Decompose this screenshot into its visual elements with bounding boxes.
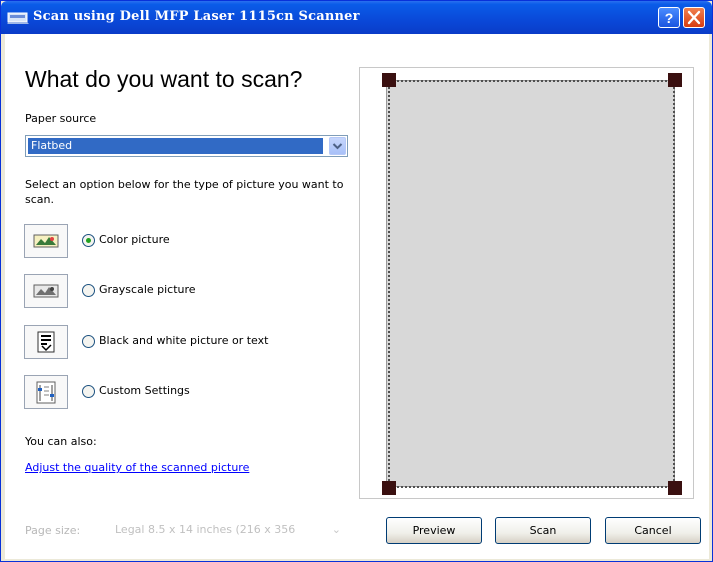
option-black-white[interactable]: Black and white picture or text xyxy=(24,325,354,359)
chevron-down-icon[interactable] xyxy=(329,137,346,155)
option-grayscale-picture[interactable]: Grayscale picture xyxy=(24,274,354,308)
paper-source-select[interactable]: Flatbed xyxy=(25,135,348,157)
crop-handle-top-left[interactable] xyxy=(382,73,396,87)
option-label: Grayscale picture xyxy=(99,283,196,296)
paper-source-label: Paper source xyxy=(25,112,97,125)
scan-preview-area[interactable] xyxy=(359,67,694,499)
color-picture-icon[interactable] xyxy=(24,224,68,258)
scan-instructions: Select an option below for the type of p… xyxy=(25,178,344,206)
custom-settings-icon[interactable] xyxy=(24,375,68,409)
grayscale-picture-radio[interactable] xyxy=(82,284,95,297)
scanner-icon xyxy=(7,10,29,25)
crop-handle-bottom-right[interactable] xyxy=(668,481,682,495)
page-size-select: Legal 8.5 x 14 inches (216 x 356 ⌄ xyxy=(115,520,343,540)
adjust-quality-link[interactable]: Adjust the quality of the scanned pictur… xyxy=(25,461,249,474)
paper-source-value: Flatbed xyxy=(28,138,323,154)
crop-handle-bottom-left[interactable] xyxy=(382,481,396,495)
preview-button[interactable]: Preview xyxy=(386,517,482,544)
black-white-text-icon[interactable] xyxy=(24,325,68,359)
crop-handle-top-right[interactable] xyxy=(668,73,682,87)
dialog-body: What do you want to scan? Paper source F… xyxy=(5,34,709,559)
option-custom-settings[interactable]: Custom Settings xyxy=(24,375,354,409)
also-label: You can also: xyxy=(25,435,97,448)
close-button[interactable] xyxy=(683,7,705,28)
color-picture-radio[interactable] xyxy=(82,234,95,247)
help-icon: ? xyxy=(665,10,674,26)
black-white-radio[interactable] xyxy=(82,335,95,348)
title-bar[interactable]: Scan using Dell MFP Laser 1115cn Scanner… xyxy=(1,1,712,34)
chevron-down-icon: ⌄ xyxy=(331,523,341,536)
option-label: Black and white picture or text xyxy=(99,334,269,347)
help-button[interactable]: ? xyxy=(658,7,680,28)
scan-button[interactable]: Scan xyxy=(495,517,591,544)
option-label: Color picture xyxy=(99,233,170,246)
close-icon xyxy=(687,10,701,25)
page-size-label: Page size: xyxy=(25,524,81,537)
custom-settings-radio[interactable] xyxy=(82,385,95,398)
page-title: What do you want to scan? xyxy=(25,66,303,92)
page-size-value: Legal 8.5 x 14 inches (216 x 356 xyxy=(115,523,296,536)
window-title: Scan using Dell MFP Laser 1115cn Scanner xyxy=(33,9,360,24)
svg-text:?: ? xyxy=(665,10,674,26)
cancel-button[interactable]: Cancel xyxy=(605,517,701,544)
option-color-picture[interactable]: Color picture xyxy=(24,224,354,258)
grayscale-picture-icon[interactable] xyxy=(24,274,68,308)
crop-selection[interactable] xyxy=(388,80,675,488)
scanner-dialog: Scan using Dell MFP Laser 1115cn Scanner… xyxy=(0,0,713,562)
option-label: Custom Settings xyxy=(99,384,190,397)
